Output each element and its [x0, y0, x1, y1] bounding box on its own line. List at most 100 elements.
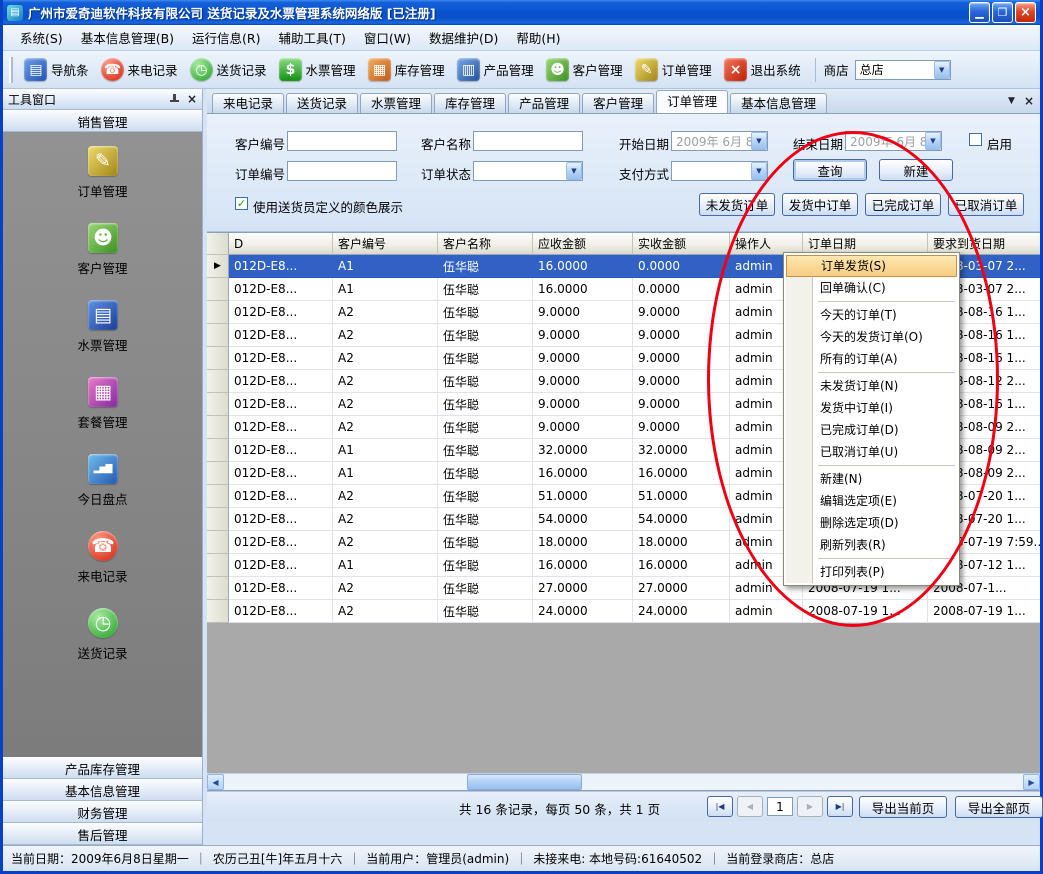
row-selector[interactable] — [207, 554, 229, 577]
menu-all-orders[interactable]: 所有的订单(A) — [786, 348, 957, 370]
toolbar-button-delivery-log[interactable]: ◷送货记录 — [184, 55, 273, 84]
sidebar-item-order[interactable]: ✎订单管理 — [3, 146, 202, 223]
column-header[interactable]: 客户名称 — [438, 233, 533, 255]
menu-item[interactable]: 运行信息(R) — [183, 24, 269, 51]
shipping-orders-button[interactable]: 发货中订单 — [782, 193, 858, 216]
order-status-select[interactable]: ▼ — [473, 161, 583, 181]
tab-order[interactable]: 订单管理 — [656, 90, 728, 113]
row-selector[interactable] — [207, 462, 229, 485]
row-selector[interactable]: ▶ — [207, 255, 229, 278]
horizontal-scrollbar[interactable]: ◀ ▶ — [207, 773, 1040, 790]
next-page-button[interactable]: ▶ — [797, 796, 823, 817]
sidebar-item-customer[interactable]: ☻客户管理 — [3, 223, 202, 300]
query-button[interactable]: 查询 — [793, 159, 867, 181]
tab-base-info[interactable]: 基本信息管理 — [730, 93, 827, 113]
export-current-page-button[interactable]: 导出当前页 — [859, 796, 947, 818]
row-selector[interactable] — [207, 508, 229, 531]
toolbar-button-nav-bar[interactable]: ▤导航条 — [18, 55, 95, 84]
row-selector[interactable] — [207, 485, 229, 508]
row-selector[interactable] — [207, 324, 229, 347]
toolbar-button-product[interactable]: ▥产品管理 — [451, 55, 540, 84]
row-selector[interactable] — [207, 393, 229, 416]
completed-orders-button[interactable]: 已完成订单 — [865, 193, 941, 216]
tab-water-ticket[interactable]: 水票管理 — [360, 93, 432, 113]
scroll-left-icon[interactable]: ◀ — [207, 774, 224, 790]
page-input[interactable] — [767, 797, 793, 816]
customer-name-input[interactable] — [473, 131, 583, 151]
column-header[interactable]: D — [229, 233, 333, 255]
chevron-down-icon[interactable]: ▼ — [751, 162, 767, 180]
menu-shipping-orders[interactable]: 发货中订单(I) — [786, 397, 957, 419]
toolbar-button-water-ticket[interactable]: $水票管理 — [273, 55, 362, 84]
menu-item[interactable]: 数据维护(D) — [420, 24, 507, 51]
tab-product[interactable]: 产品管理 — [508, 93, 580, 113]
chevron-down-icon[interactable]: ▼ — [566, 162, 582, 180]
row-selector[interactable] — [207, 370, 229, 393]
start-date-picker[interactable]: 2009年 6月 8日 ▼ — [671, 131, 768, 151]
row-selector[interactable] — [207, 416, 229, 439]
minimize-button[interactable]: ▁ — [969, 2, 990, 23]
chevron-down-icon[interactable]: ▼ — [934, 61, 950, 79]
last-page-button[interactable]: ▶| — [827, 796, 853, 817]
unshipped-orders-button[interactable]: 未发货订单 — [699, 193, 775, 216]
export-all-pages-button[interactable]: 导出全部页 — [955, 796, 1043, 818]
pay-method-select[interactable]: ▼ — [671, 161, 768, 181]
close-button[interactable]: × — [1015, 2, 1036, 23]
row-selector[interactable] — [207, 577, 229, 600]
scrollbar-thumb[interactable] — [467, 774, 582, 790]
scroll-right-icon[interactable]: ▶ — [1023, 774, 1040, 790]
row-selector[interactable] — [207, 439, 229, 462]
color-display-checkbox[interactable]: ✓ — [235, 197, 248, 210]
sidebar-item-water-ticket[interactable]: ▤水票管理 — [3, 300, 202, 377]
menu-ship-order[interactable]: 订单发货(S) — [786, 255, 957, 277]
menu-item[interactable]: 基本信息管理(B) — [72, 24, 183, 51]
pin-icon[interactable] — [169, 94, 180, 104]
chevron-down-icon[interactable]: ▼ — [1008, 96, 1015, 106]
sidebar-item-package[interactable]: ▦套餐管理 — [3, 377, 202, 454]
scrollbar-track[interactable] — [224, 774, 1023, 790]
menu-completed-orders[interactable]: 已完成订单(D) — [786, 419, 957, 441]
tab-customer[interactable]: 客户管理 — [582, 93, 654, 113]
sidebar-item-daily-check[interactable]: ▂▅▇今日盘点 — [3, 454, 202, 531]
chevron-down-icon[interactable]: ▼ — [925, 132, 941, 150]
menu-today-orders[interactable]: 今天的订单(T) — [786, 304, 957, 326]
enable-checkbox[interactable] — [969, 133, 982, 146]
menu-item[interactable]: 系统(S) — [11, 24, 72, 51]
sidebar-section-after-sales[interactable]: 售后管理 — [3, 823, 202, 845]
tab-inventory[interactable]: 库存管理 — [434, 93, 506, 113]
row-selector[interactable] — [207, 600, 229, 623]
menu-delete-selected[interactable]: 删除选定项(D) — [786, 512, 957, 534]
close-icon[interactable]: × — [1024, 94, 1034, 108]
toolbar-button-order[interactable]: ✎订单管理 — [629, 55, 718, 84]
sidebar-section-finance[interactable]: 财务管理 — [3, 801, 202, 823]
tab-delivery-log[interactable]: 送货记录 — [286, 93, 358, 113]
toolbar-button-customer[interactable]: ☻客户管理 — [540, 55, 629, 84]
menu-today-shipments[interactable]: 今天的发货订单(O) — [786, 326, 957, 348]
first-page-button[interactable]: |◀ — [707, 796, 733, 817]
toolbar-button-exit[interactable]: ×退出系统 — [718, 55, 807, 84]
toolbar-button-call-log[interactable]: ☎来电记录 — [95, 55, 184, 84]
sidebar-item-delivery-log[interactable]: ◷送货记录 — [3, 608, 202, 685]
chevron-down-icon[interactable]: ▼ — [751, 132, 767, 150]
menu-new[interactable]: 新建(N) — [786, 468, 957, 490]
shop-select[interactable]: 总店 ▼ — [855, 60, 951, 80]
order-no-input[interactable] — [287, 161, 397, 181]
row-selector[interactable] — [207, 531, 229, 554]
tab-call-log[interactable]: 来电记录 — [212, 93, 284, 113]
sidebar-section-product-inventory[interactable]: 产品库存管理 — [3, 757, 202, 779]
sidebar-item-call-log[interactable]: ☎来电记录 — [3, 531, 202, 608]
table-row[interactable]: 012D-E8...A2伍华聪24.000024.0000admin2008-0… — [207, 600, 1040, 623]
menu-edit-selected[interactable]: 编辑选定项(E) — [786, 490, 957, 512]
menu-unshipped-orders[interactable]: 未发货订单(N) — [786, 375, 957, 397]
maximize-button[interactable]: ❐ — [992, 2, 1013, 23]
column-header[interactable]: 客户编号 — [333, 233, 438, 255]
row-selector[interactable] — [207, 278, 229, 301]
prev-page-button[interactable]: ◀ — [737, 796, 763, 817]
customer-no-input[interactable] — [287, 131, 397, 151]
menu-item[interactable]: 辅助工具(T) — [270, 24, 355, 51]
column-header[interactable]: 实收金额 — [633, 233, 730, 255]
menu-item[interactable]: 窗口(W) — [355, 24, 420, 51]
menu-cancelled-orders[interactable]: 已取消订单(U) — [786, 441, 957, 463]
cancelled-orders-button[interactable]: 已取消订单 — [948, 193, 1024, 216]
column-header[interactable]: 应收金额 — [533, 233, 633, 255]
